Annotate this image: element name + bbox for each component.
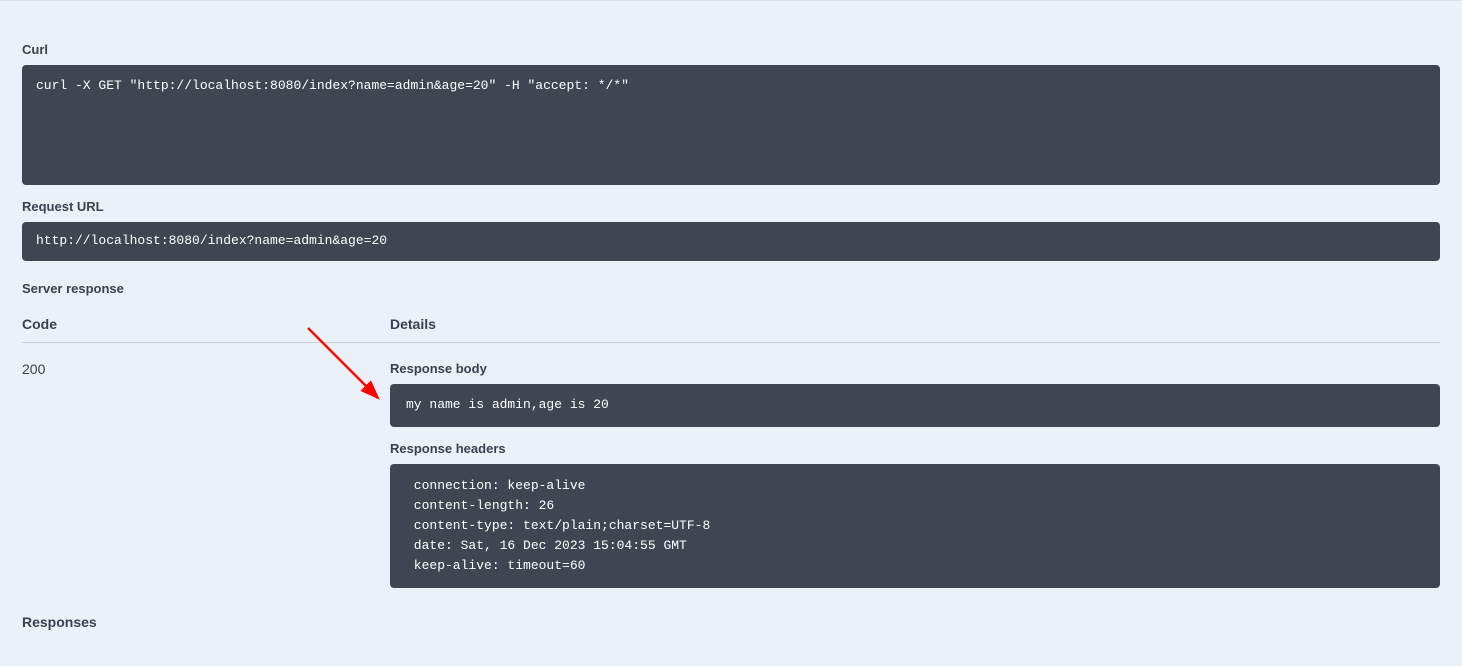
server-response-label: Server response [22,281,1440,296]
response-details: Response body my name is admin,age is 20… [390,361,1440,589]
content-area: Curl curl -X GET "http://localhost:8080/… [0,4,1462,630]
column-header-details: Details [390,316,1440,332]
column-header-code: Code [22,316,390,332]
response-headers-block[interactable]: connection: keep-alive content-length: 2… [390,464,1440,589]
request-url-block[interactable]: http://localhost:8080/index?name=admin&a… [22,222,1440,261]
curl-command-block[interactable]: curl -X GET "http://localhost:8080/index… [22,65,1440,185]
response-code-value: 200 [22,361,390,589]
response-table-header: Code Details [22,306,1440,343]
response-row: 200 Response body my name is admin,age i… [22,343,1440,589]
response-body-label: Response body [390,361,1440,376]
response-body-block[interactable]: my name is admin,age is 20 [390,384,1440,427]
response-headers-label: Response headers [390,441,1440,456]
request-url-label: Request URL [22,199,1440,214]
response-table: Code Details 200 Response body my name i… [22,306,1440,589]
curl-label: Curl [22,42,1440,57]
responses-section-label: Responses [22,614,1440,630]
